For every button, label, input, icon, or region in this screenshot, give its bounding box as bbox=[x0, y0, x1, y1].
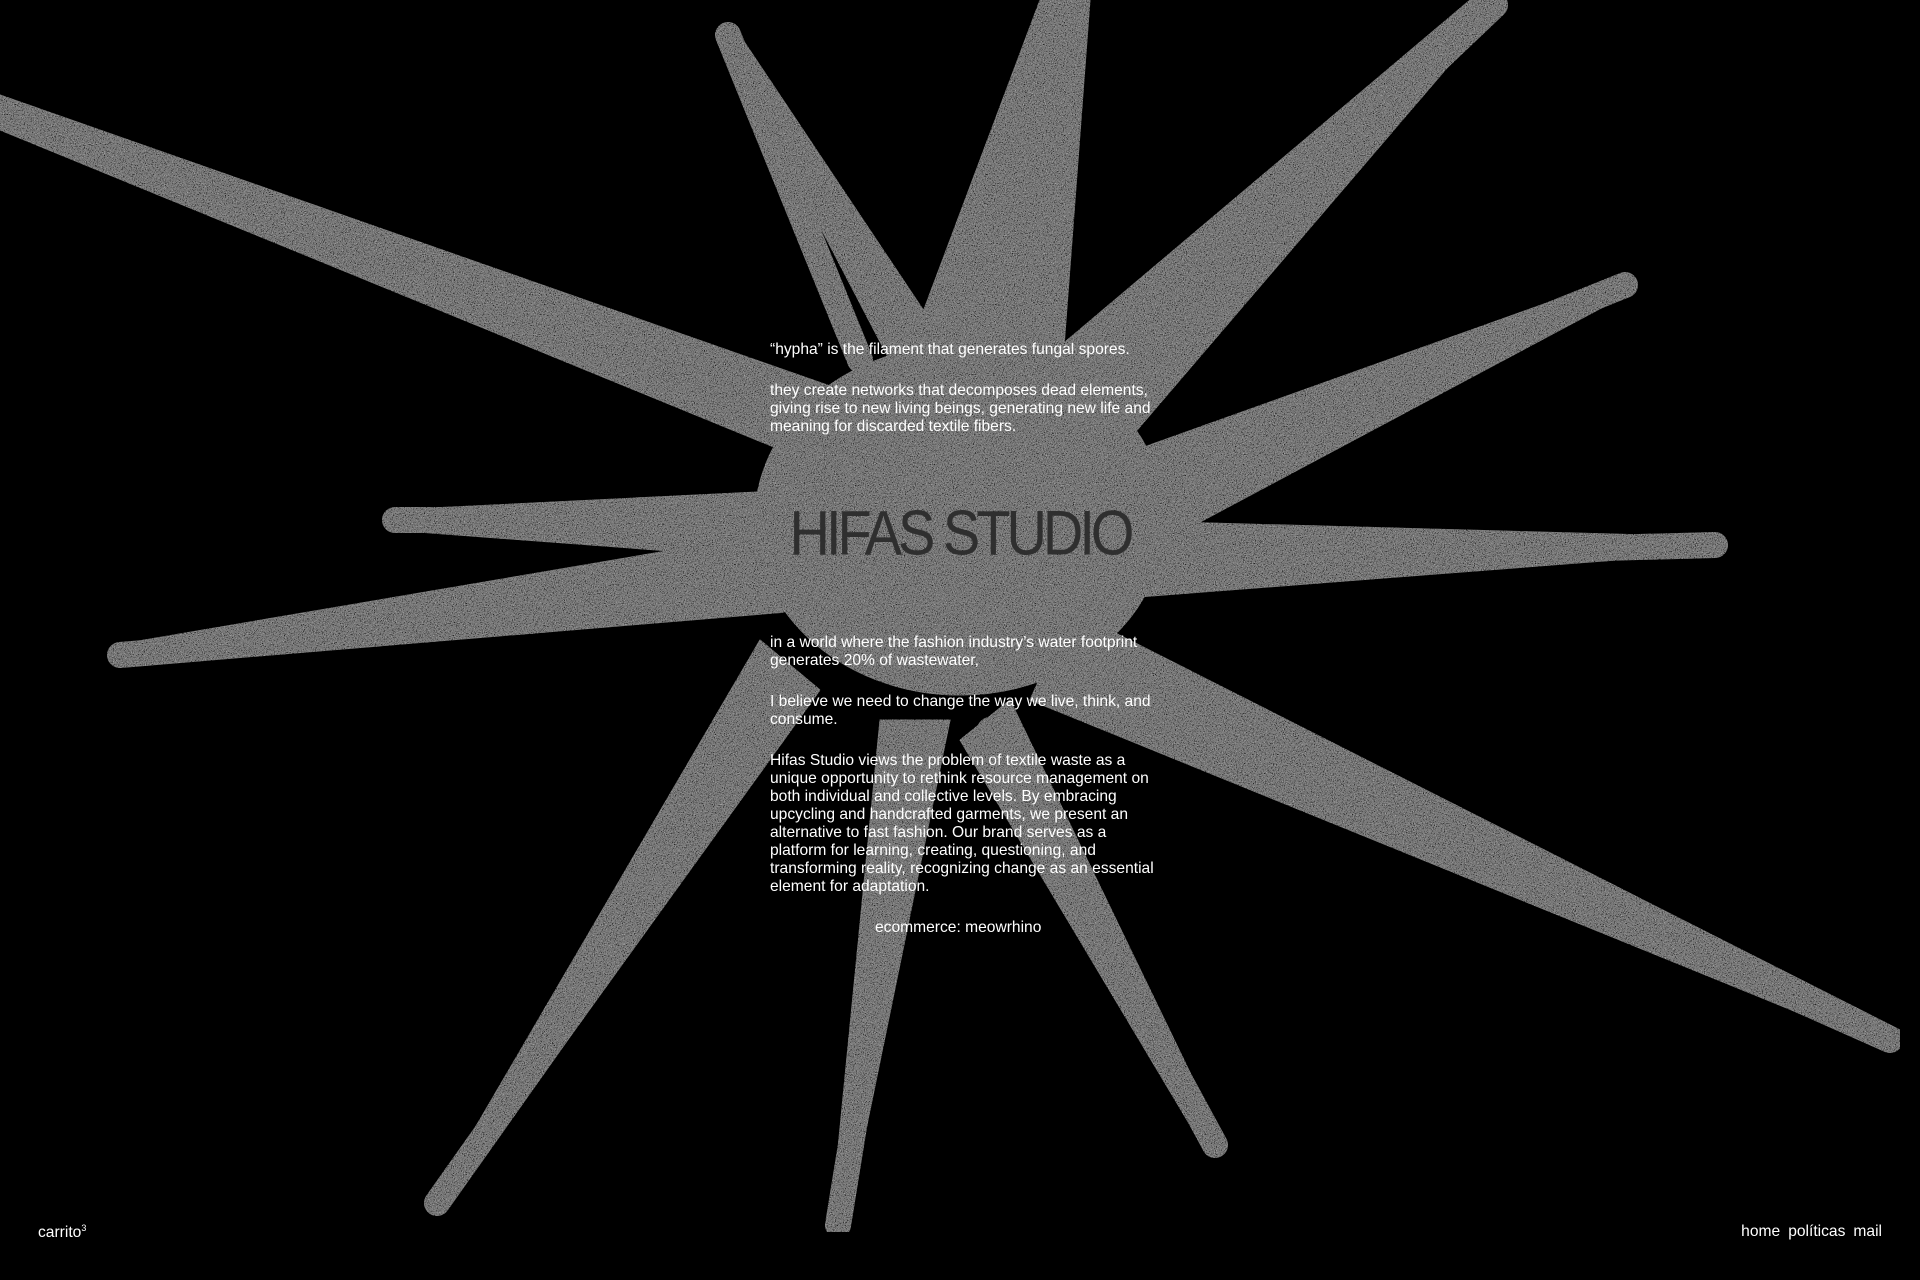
nav-home-link[interactable]: home bbox=[1741, 1223, 1780, 1241]
intro-section: “hypha” is the filament that generates f… bbox=[770, 341, 1162, 436]
mission-text: Hifas Studio views the problem of textil… bbox=[770, 752, 1154, 895]
cart-label: carrito bbox=[38, 1224, 82, 1242]
nav-policies-link[interactable]: políticas bbox=[1788, 1223, 1845, 1241]
ecommerce-link[interactable]: ecommerce: meowrhino bbox=[770, 919, 1162, 937]
water-footprint-text: in a world where the fashion industry’s … bbox=[770, 634, 1138, 669]
manifesto-section: in a world where the fashion industry’s … bbox=[770, 634, 1162, 937]
cart-link[interactable]: carrito3 bbox=[38, 1223, 86, 1242]
hifas-studio-logo: HIFAS STUDIO bbox=[789, 497, 1135, 568]
hypha-definition-text: “hypha” is the filament that generates f… bbox=[770, 341, 1130, 358]
belief-text: I believe we need to change the way we l… bbox=[770, 693, 1151, 728]
nav-mail-link[interactable]: mail bbox=[1853, 1223, 1882, 1241]
cart-count-badge: 3 bbox=[81, 1223, 87, 1233]
footer-nav: home políticas mail bbox=[1741, 1223, 1882, 1241]
networks-text: they create networks that decomposes dea… bbox=[770, 382, 1151, 435]
